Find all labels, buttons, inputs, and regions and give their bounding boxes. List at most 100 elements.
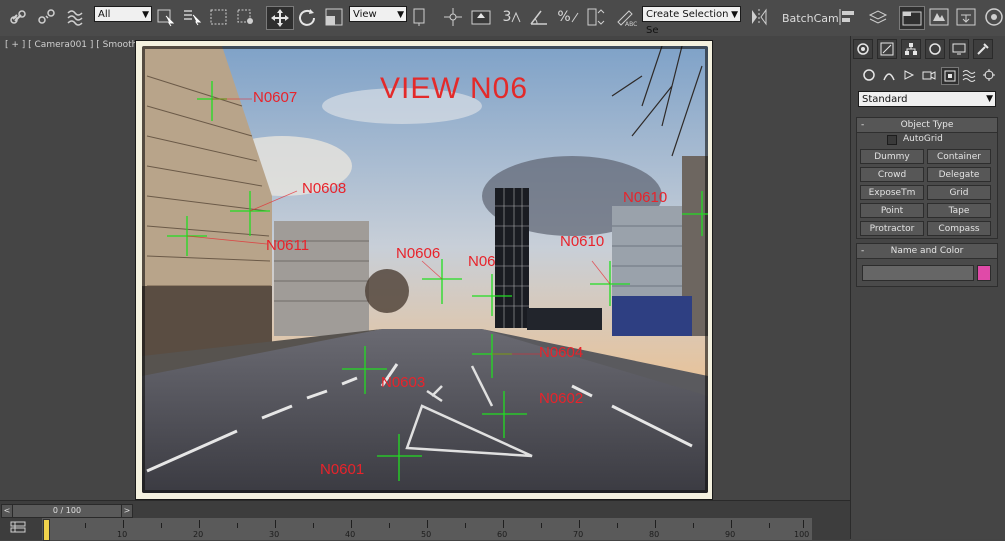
tick-mark [769, 523, 770, 528]
cameras-icon[interactable] [921, 67, 937, 83]
container-button[interactable]: Container [927, 149, 991, 164]
tick-mark [199, 520, 200, 528]
motion-tab-icon[interactable] [925, 39, 945, 59]
keyboard-shortcut-icon[interactable] [469, 6, 493, 28]
marker-label: N0603 [381, 374, 426, 391]
layer-explorer-icon[interactable] [866, 6, 890, 28]
tick-label: 60 [497, 530, 508, 539]
tick-mark [465, 523, 466, 528]
bind-spacewarp-icon[interactable] [64, 6, 86, 28]
autogrid-label: AutoGrid [903, 134, 943, 144]
select-by-name-icon[interactable] [181, 6, 203, 28]
object-category-dropdown[interactable]: Standard ▼ [858, 91, 996, 107]
tick-mark [161, 523, 162, 528]
camera-view-image [142, 46, 708, 493]
object-type-title: Object Type [900, 120, 954, 130]
rendered-frame-window-icon[interactable] [954, 6, 978, 28]
marker-cross-N0602 [482, 391, 527, 438]
selection-filter-dropdown[interactable]: All ▼ [94, 6, 152, 22]
scale-icon[interactable] [323, 6, 345, 28]
helpers-icon[interactable] [941, 67, 959, 85]
exposetm-button[interactable]: ExposeTm [860, 185, 924, 200]
time-slider[interactable]: 0 / 100 [12, 504, 122, 518]
angle-snap-icon[interactable] [528, 6, 550, 28]
compass-button[interactable]: Compass [927, 221, 991, 236]
systems-icon[interactable] [981, 67, 997, 83]
link-icon[interactable] [8, 6, 30, 28]
point-button[interactable]: Point [860, 203, 924, 218]
next-frame-button[interactable]: > [121, 504, 133, 518]
tick-label: 10 [117, 530, 128, 539]
protractor-button[interactable]: Protractor [860, 221, 924, 236]
chevron-down-icon: ▼ [731, 10, 738, 20]
mirror-icon[interactable] [748, 6, 770, 28]
edit-named-selection-icon[interactable]: ABC [614, 6, 638, 28]
tick-mark [123, 520, 124, 528]
tick-mark [579, 520, 580, 528]
tick-label: 100 [794, 530, 810, 539]
tick-mark [427, 520, 428, 528]
unlink-icon[interactable] [36, 6, 58, 28]
snaps-toggle-icon[interactable]: 3 [500, 6, 524, 28]
tick-label: 20 [193, 530, 204, 539]
marker-label: N0604 [539, 344, 584, 361]
autogrid-checkbox[interactable] [887, 135, 897, 145]
chevron-down-icon: ▼ [986, 94, 993, 104]
track-bar[interactable]: 10 20 30 40 50 60 70 80 90 100 [42, 518, 812, 540]
utilities-tab-icon[interactable] [973, 39, 993, 59]
marker-label: N0607 [253, 89, 298, 106]
name-and-color-header[interactable]: - Name and Color [857, 244, 997, 259]
window-crossing-icon[interactable] [235, 6, 257, 28]
tick-label: 50 [421, 530, 432, 539]
tick-mark [503, 520, 504, 528]
tick-mark [389, 523, 390, 528]
move-icon[interactable] [266, 6, 294, 30]
selection-filter-value: All [98, 9, 111, 20]
object-type-header[interactable]: - Object Type [857, 118, 997, 133]
tick-label: 80 [649, 530, 660, 539]
main-toolbar: All ▼ View ▼ 3 % ABC Create Selection Se… [0, 0, 1005, 37]
pivot-center-icon[interactable] [410, 6, 432, 28]
tick-mark [541, 523, 542, 528]
tick-mark [617, 523, 618, 528]
scene-explorer-icon[interactable] [899, 6, 925, 30]
dummy-button[interactable]: Dummy [860, 149, 924, 164]
playhead[interactable] [43, 519, 50, 541]
name-and-color-title: Name and Color [890, 246, 964, 256]
align-icon[interactable] [836, 6, 858, 28]
marker-label: N0611 [266, 237, 310, 254]
tape-button[interactable]: Tape [927, 203, 991, 218]
named-selection-set-dropdown[interactable]: Create Selection Se ▼ [642, 6, 741, 36]
track-bar-icon[interactable] [10, 519, 26, 535]
crowd-button[interactable]: Crowd [860, 167, 924, 182]
tick-mark [237, 523, 238, 528]
grid-button[interactable]: Grid [927, 185, 991, 200]
render-setup-icon[interactable] [927, 6, 951, 28]
marker-label: N0606 [396, 245, 441, 262]
rectangular-selection-icon[interactable] [208, 6, 230, 28]
marker-label: N06 [468, 253, 496, 270]
object-name-field[interactable] [862, 265, 974, 281]
hierarchy-tab-icon[interactable] [901, 39, 921, 59]
tick-label: 70 [573, 530, 584, 539]
create-tab-icon[interactable] [853, 39, 873, 59]
reference-coordinate-dropdown[interactable]: View ▼ [349, 6, 407, 22]
shapes-icon[interactable] [881, 67, 897, 83]
percent-snap-icon[interactable]: % [556, 6, 580, 28]
spacewarps-icon[interactable] [961, 67, 977, 83]
display-tab-icon[interactable] [949, 39, 969, 59]
render-production-icon[interactable] [983, 6, 1005, 28]
delegate-button[interactable]: Delegate [927, 167, 991, 182]
modify-tab-icon[interactable] [877, 39, 897, 59]
tick-label: 90 [725, 530, 736, 539]
lights-icon[interactable] [901, 67, 917, 83]
batchcam-button[interactable]: BatchCam [782, 12, 839, 25]
object-color-swatch[interactable] [977, 265, 991, 281]
reference-coordinate-value: View [353, 9, 377, 20]
tick-mark [85, 523, 86, 528]
select-manipulate-icon[interactable] [442, 6, 464, 28]
spinner-snap-icon[interactable] [584, 6, 606, 28]
rotate-icon[interactable] [296, 6, 318, 28]
geometry-icon[interactable] [861, 67, 877, 83]
select-object-icon[interactable] [155, 6, 177, 28]
